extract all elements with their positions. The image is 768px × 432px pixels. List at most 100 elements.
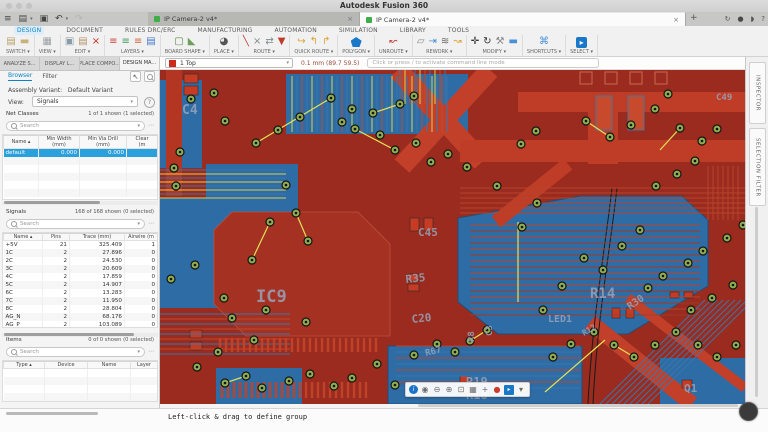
window-dot-2[interactable]: [16, 3, 22, 9]
ribbon-tab-rules-drc-erc[interactable]: RULES DRC/ERC: [125, 27, 176, 34]
new-tab-button[interactable]: +: [690, 13, 698, 23]
table-row[interactable]: AG_P2103.0890: [4, 321, 158, 328]
signals-table[interactable]: Name ▴PinsTrace (mm)Airwire (m+5V21325.4…: [2, 232, 158, 328]
shortcuts-icon[interactable]: ⌘: [539, 36, 549, 48]
column-header[interactable]: Name ▴: [4, 234, 43, 241]
column-header[interactable]: Device: [45, 362, 88, 369]
panel-subtab-browser[interactable]: Browser: [8, 72, 32, 81]
command-line-input[interactable]: Click or press / to activate command lin…: [367, 58, 599, 68]
layers-red-icon[interactable]: ≡: [109, 36, 117, 48]
record-icon[interactable]: ●: [492, 384, 502, 395]
quick-route-corner-icon[interactable]: ↰: [310, 36, 318, 48]
column-header[interactable]: Min Width (mm): [39, 136, 80, 149]
layers-green-icon[interactable]: ≡: [122, 36, 130, 48]
close-tab-icon[interactable]: ×: [347, 15, 353, 23]
zoom-find-button[interactable]: [144, 71, 155, 82]
redo-icon[interactable]: ↷: [75, 12, 83, 26]
board-outline-icon[interactable]: ▢: [174, 36, 183, 48]
switch-board-icon[interactable]: ▬: [20, 36, 29, 48]
file-icon[interactable]: ▤: [19, 12, 28, 26]
ribbon-tab-library[interactable]: LIBRARY: [400, 27, 426, 34]
ribbon-tab-document[interactable]: DOCUMENT: [66, 27, 103, 34]
table-row[interactable]: 8C228.8040: [4, 305, 158, 313]
layers-orange-icon[interactable]: ≡: [134, 36, 142, 48]
window-dot-1[interactable]: [6, 3, 12, 9]
toolbar-group-label[interactable]: POLYGON ▾: [342, 49, 370, 55]
ribbon-tab-automation[interactable]: AUTOMATION: [275, 27, 317, 34]
toolbar-group-label[interactable]: ROUTE ▾: [243, 49, 286, 55]
layer-manager-icon[interactable]: ▤: [146, 36, 155, 48]
net-classes-table[interactable]: Name ▴Min Width (mm)Min Via Drill (mm)Cl…: [2, 134, 158, 200]
toolbar-group-label[interactable]: PLACE ▾: [214, 49, 234, 55]
save-icon[interactable]: ▣: [40, 12, 49, 26]
quick-route-bend-icon[interactable]: ↱: [322, 36, 330, 48]
column-header[interactable]: Trace (mm): [70, 234, 125, 241]
panel-tab-analyze-s-[interactable]: ANALYZE S...: [0, 57, 40, 70]
toolbar-group-label[interactable]: VIEW ▾: [39, 49, 56, 55]
paste-icon[interactable]: ▤: [78, 36, 87, 48]
grid-view-icon[interactable]: ▦: [43, 36, 52, 48]
ribbon-tab-simulation[interactable]: SIMULATION: [339, 27, 378, 34]
selection-filter-tab[interactable]: SELECTION FILTER: [749, 128, 766, 206]
zoom-fit-icon[interactable]: ⊡: [456, 384, 466, 395]
toolbar-group-label[interactable]: SELECT ▾: [570, 49, 593, 55]
panel-tab-display-l-[interactable]: DISPLAY L...: [40, 57, 80, 70]
column-header[interactable]: Name: [88, 362, 131, 369]
column-header[interactable]: Airwire (m: [125, 234, 158, 241]
route-diff-pair-icon[interactable]: ⇄: [265, 36, 273, 48]
unroute-icon[interactable]: ↜: [389, 36, 397, 48]
column-header[interactable]: Layer: [131, 362, 158, 369]
pan-icon[interactable]: +: [480, 384, 490, 395]
table-row[interactable]: 2C224.5300: [4, 257, 158, 265]
help-icon[interactable]: ?: [144, 97, 155, 108]
document-tab-1[interactable]: IP Camera-2 v4* ×: [148, 12, 360, 26]
column-header[interactable]: Type ▴: [4, 362, 45, 369]
search-input[interactable]: Search ▾: [6, 219, 145, 229]
zoom-out-icon[interactable]: ⊖: [432, 384, 442, 395]
select-icon[interactable]: ▸: [576, 37, 587, 48]
app-menu-icon[interactable]: ≡: [4, 12, 12, 26]
column-header[interactable]: Clear (m: [127, 136, 158, 149]
toolbar-group-label[interactable]: QUICK ROUTE ▾: [294, 49, 333, 55]
switch-schematic-icon[interactable]: ▤: [6, 36, 15, 48]
toolbar-group-label[interactable]: BOARD SHAPE ▾: [165, 49, 205, 55]
cursor-select-button[interactable]: ↖: [130, 71, 141, 82]
sync-icon[interactable]: ↻: [725, 15, 731, 23]
inspector-tab[interactable]: INSPECTOR: [749, 62, 766, 124]
rework-swoosh-icon[interactable]: ↝: [453, 36, 461, 48]
column-header[interactable]: Name ▴: [4, 136, 39, 149]
toolbar-group-label[interactable]: SWITCH ▾: [6, 49, 30, 55]
column-header[interactable]: Min Via Drill (mm): [80, 136, 127, 149]
rework-outline-icon[interactable]: ▱: [417, 36, 425, 48]
zoom-in-icon[interactable]: ⊕: [444, 384, 454, 395]
orbit-icon[interactable]: ◉: [420, 384, 430, 395]
search-input[interactable]: Search ▾: [6, 121, 145, 131]
table-row[interactable]: default0.0000.000: [4, 149, 158, 158]
column-header[interactable]: Pins: [43, 234, 70, 241]
table-row[interactable]: +5V21325.4091: [4, 241, 158, 250]
panel-subtab-filter[interactable]: Filter: [42, 73, 57, 80]
route-spool-icon[interactable]: ▼: [278, 36, 286, 48]
table-row[interactable]: 3C220.6090: [4, 265, 158, 273]
copy-icon[interactable]: ▣: [65, 36, 74, 48]
table-row[interactable]: AG_N268.1760: [4, 313, 158, 321]
table-row[interactable]: 5C214.9070: [4, 281, 158, 289]
toolbar-group-label[interactable]: UNROUTE ▾: [379, 49, 408, 55]
table-row[interactable]: 7C211.9500: [4, 297, 158, 305]
ribbon-tab-design[interactable]: DESIGN: [14, 26, 44, 35]
window-dot-3[interactable]: [26, 3, 32, 9]
more-tools-icon[interactable]: ▾: [516, 384, 526, 395]
board-3d-icon[interactable]: ◣: [188, 36, 196, 48]
rotate-icon[interactable]: ↻: [483, 36, 491, 48]
polygon-icon[interactable]: [351, 37, 362, 47]
align-icon[interactable]: ▬: [508, 36, 517, 48]
panel-tab-design-ma-[interactable]: DESIGN MA...: [120, 57, 160, 70]
toolbar-group-label[interactable]: SHORTCUTS ▾: [527, 49, 561, 55]
panel-hscrollbar[interactable]: [6, 412, 98, 415]
toolbar-group-label[interactable]: LAYERS ▾: [109, 49, 156, 55]
document-tab-2[interactable]: IP Camera-2 v4* ×: [360, 12, 686, 26]
toolbar-group-label[interactable]: MODIFY ▾: [471, 49, 518, 55]
table-row[interactable]: 1C227.8960: [4, 249, 158, 257]
more-options-button[interactable]: ⋯: [148, 123, 154, 129]
wrench-icon[interactable]: ⚒: [495, 36, 504, 48]
